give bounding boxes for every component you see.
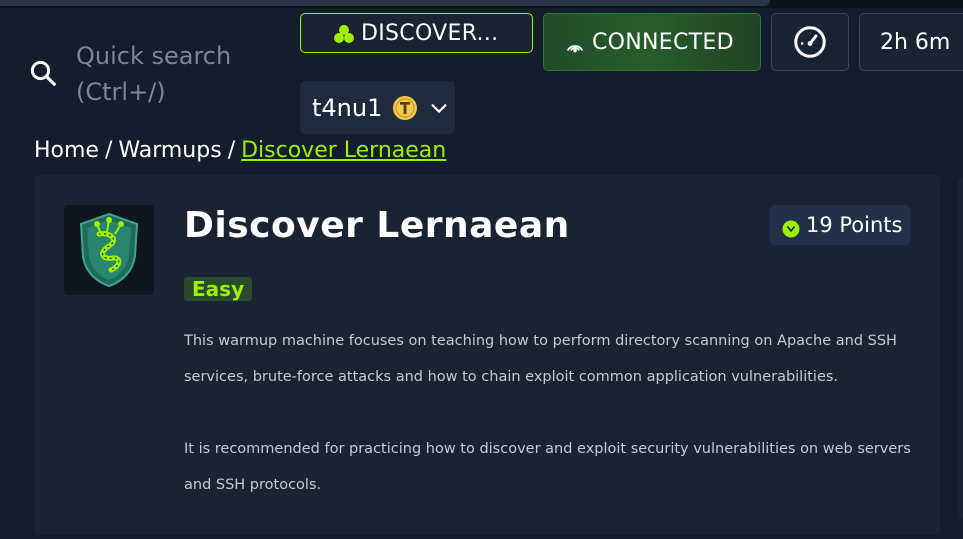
points-value: 19 Points [806,213,903,237]
side-panel-edge [958,178,963,518]
quick-search[interactable]: Quick search (Ctrl+/) [28,38,266,110]
breadcrumb-separator: / [104,138,113,163]
breadcrumb: Home / Warmups / Discover Lernaean [34,137,446,165]
points-icon [782,220,800,238]
description-paragraph: It is recommended for practicing how to … [184,441,911,493]
speedometer-icon [794,26,826,58]
username: t4nu1 [312,93,383,122]
machine-description: This warmup machine focuses on teaching … [184,323,914,539]
difficulty-badge: Easy [184,277,253,301]
timer-label: 2h 6m [880,29,951,55]
session-timer[interactable]: 2h 6m [859,13,963,71]
connection-status-label: CONNECTED [592,29,734,55]
breadcrumb-home[interactable]: Home [34,138,99,163]
signal-icon [566,45,584,53]
machine-logo [64,205,154,295]
speed-button[interactable] [771,13,849,71]
discover-button[interactable]: DISCOVER... [300,13,533,53]
user-menu[interactable]: t4nu1 [300,81,455,134]
machine-title: Discover Lernaean [184,205,570,246]
breadcrumb-separator: / [227,138,236,163]
breadcrumb-warmups[interactable]: Warmups [118,138,221,163]
connection-status-button[interactable]: CONNECTED [543,13,761,71]
coin-icon [393,95,418,120]
hydra-shield-icon [79,212,139,288]
top-strip [0,0,963,8]
breadcrumb-current[interactable]: Discover Lernaean [241,138,446,163]
points-badge: 19 Points [770,205,910,245]
scroll-bar [0,0,770,6]
chevron-down-icon [431,103,447,113]
search-icon [30,60,56,86]
users-icon [334,25,354,43]
search-placeholder: Quick search (Ctrl+/) [76,42,232,106]
machine-card: Discover Lernaean 19 Points Easy This wa… [34,175,940,535]
description-paragraph: This warmup machine focuses on teaching … [184,333,897,385]
discover-label: DISCOVER... [361,20,499,46]
